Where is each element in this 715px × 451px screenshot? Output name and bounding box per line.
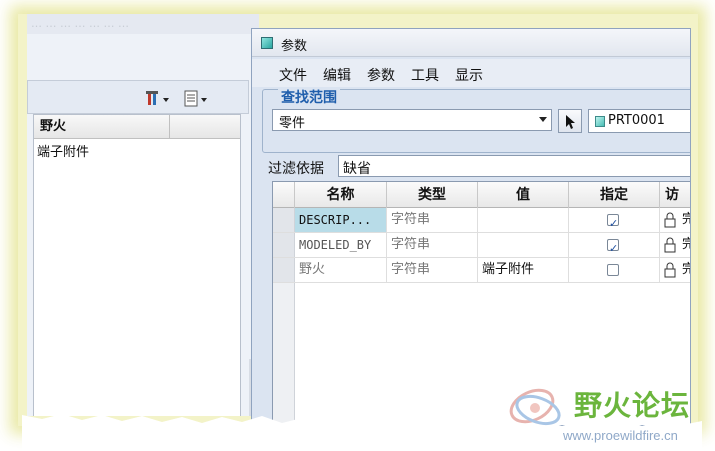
column-header-name[interactable]: 名称 — [295, 182, 387, 208]
model-icon — [595, 116, 605, 127]
background-window: … … … … … … … 野火 端子附件 — [27, 14, 259, 416]
param-name-cell[interactable]: 野火 — [295, 258, 387, 282]
scope-type-select[interactable]: 零件 — [272, 109, 552, 131]
menu-tools[interactable]: 工具 — [411, 65, 439, 85]
param-type-cell[interactable]: 字符串 — [387, 258, 478, 282]
select-model-button[interactable] — [558, 109, 582, 133]
column-header-value[interactable]: 值 — [478, 182, 569, 208]
lock-icon — [664, 212, 676, 228]
dropdown-arrow-icon — [539, 117, 547, 122]
param-access-cell[interactable]: 完 — [660, 258, 690, 282]
column-header-type[interactable]: 类型 — [387, 182, 478, 208]
column-header-designate[interactable]: 指定 — [569, 182, 660, 208]
dialog-title: 参数 — [281, 39, 308, 54]
filter-value: 缺省 — [343, 161, 371, 177]
background-table-header: 野火 — [34, 115, 240, 139]
table-row[interactable]: DESCRIP... 字符串 完 — [273, 208, 690, 233]
param-name-cell[interactable]: MODELED_BY — [295, 233, 387, 257]
row-header[interactable] — [273, 208, 295, 232]
dialog-titlebar[interactable]: 参数 — [252, 29, 690, 57]
background-title: … … … … … … … — [27, 14, 259, 34]
watermark-name: 野火论坛 — [574, 389, 691, 422]
designate-checkbox[interactable] — [607, 237, 619, 257]
param-designate-cell — [569, 233, 660, 257]
access-text: 完 — [682, 212, 690, 227]
filter-row: 过滤依据 缺省 — [268, 155, 690, 179]
model-name-value: PRT0001 — [608, 113, 665, 128]
designate-checkbox[interactable] — [607, 264, 619, 276]
scope-label: 查找范围 — [278, 87, 340, 107]
filter-label: 过滤依据 — [268, 161, 324, 177]
background-table: 野火 端子附件 — [33, 114, 241, 416]
menu-display[interactable]: 显示 — [455, 65, 483, 85]
model-name-field[interactable]: PRT0001 — [588, 109, 690, 133]
param-access-cell[interactable]: 完 — [660, 233, 690, 257]
table-cell: 端子附件 — [37, 145, 90, 160]
param-name-cell[interactable]: DESCRIP... — [295, 208, 387, 232]
access-text: 完 — [682, 262, 690, 277]
param-designate-cell — [569, 208, 660, 232]
row-header[interactable] — [273, 233, 295, 257]
lock-icon — [664, 262, 676, 278]
row-header-corner — [273, 182, 295, 208]
menu-edit[interactable]: 编辑 — [323, 65, 351, 85]
filter-select[interactable]: 缺省 — [338, 155, 690, 177]
access-text: 完 — [682, 237, 690, 252]
menu-bar: 文件 编辑 参数 工具 显示 — [252, 59, 690, 87]
param-designate-cell — [569, 258, 660, 282]
tools-icon[interactable] — [146, 90, 172, 106]
scope-type-value: 零件 — [279, 116, 306, 131]
designate-checkbox[interactable] — [607, 212, 619, 232]
lock-icon — [664, 237, 676, 253]
table-header: 名称 类型 值 指定 访 — [273, 182, 690, 208]
param-type-cell[interactable]: 字符串 — [387, 233, 478, 257]
menu-parameters[interactable]: 参数 — [367, 65, 395, 85]
table-row[interactable]: 野火 字符串 端子附件 完 — [273, 258, 690, 283]
menu-file[interactable]: 文件 — [279, 65, 307, 85]
cursor-icon — [566, 115, 575, 129]
param-access-cell[interactable]: 完 — [660, 208, 690, 232]
param-value-cell[interactable] — [478, 208, 569, 232]
background-toolbar — [27, 80, 249, 114]
watermark-url: www.proewildfire.cn — [563, 428, 678, 443]
part-icon — [261, 37, 273, 49]
param-type-cell[interactable]: 字符串 — [387, 208, 478, 232]
list-view-icon[interactable] — [184, 90, 210, 107]
column-header-access[interactable]: 访 — [660, 182, 690, 208]
param-value-cell[interactable]: 端子附件 — [478, 258, 569, 282]
row-header[interactable] — [273, 258, 295, 282]
parameters-dialog: 参数 文件 编辑 参数 工具 显示 查找范围 零件 PRT0001 过滤依据 缺… — [251, 28, 691, 426]
param-value-cell[interactable] — [478, 233, 569, 257]
column-header: 野火 — [34, 115, 170, 139]
table-row[interactable]: MODELED_BY 字符串 完 — [273, 233, 690, 258]
